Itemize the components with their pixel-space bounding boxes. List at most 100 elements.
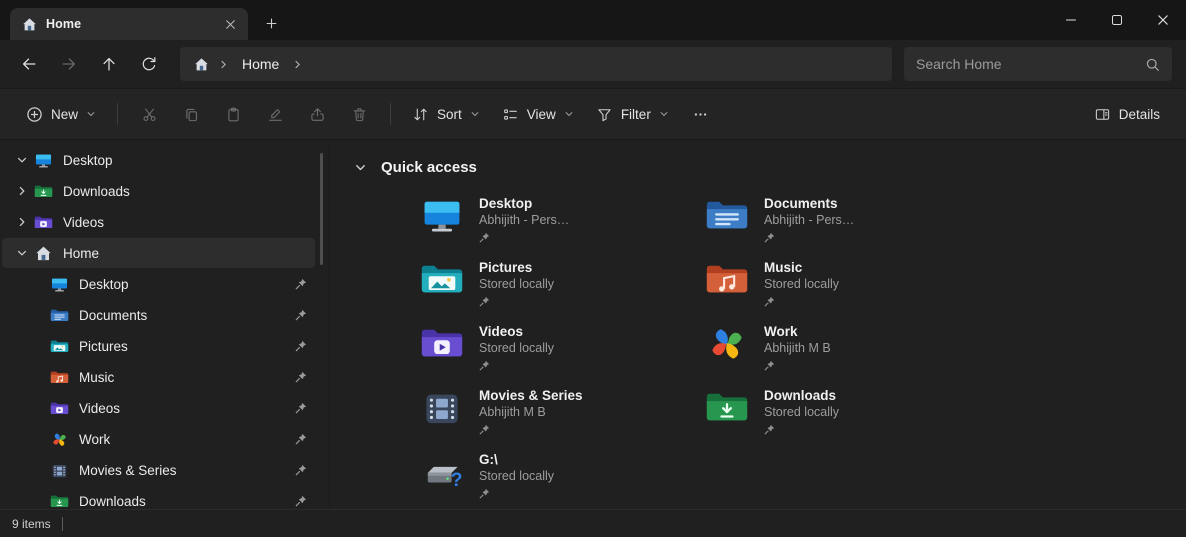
quick-access-tile-videos[interactable]: VideosStored locally — [420, 323, 705, 387]
pin-icon — [479, 360, 490, 371]
sidebar-item-videos[interactable]: Videos — [2, 393, 315, 423]
breadcrumb-chevron-icon[interactable] — [218, 59, 229, 70]
view-button[interactable]: View — [492, 97, 584, 131]
pin-icon — [295, 402, 307, 414]
sidebar-item-label: Music — [79, 370, 114, 385]
filter-button[interactable]: Filter — [586, 97, 679, 131]
pin-icon — [295, 495, 307, 507]
maximize-button[interactable] — [1094, 0, 1140, 40]
folder-pictures-icon — [50, 338, 69, 355]
quick-access-tile-work[interactable]: WorkAbhijith M B — [705, 323, 990, 387]
share-button[interactable] — [297, 97, 337, 131]
search-box[interactable] — [904, 47, 1172, 81]
chevron-down-icon — [564, 109, 574, 119]
filter-button-label: Filter — [621, 107, 651, 122]
breadcrumb-item-home[interactable]: Home — [234, 53, 287, 75]
tab-close-button[interactable] — [218, 12, 242, 36]
folder-videos-icon — [34, 214, 53, 231]
breadcrumb-home-icon[interactable] — [194, 57, 209, 72]
paste-button[interactable] — [213, 97, 253, 131]
trash-icon — [351, 106, 368, 123]
details-button-label: Details — [1119, 107, 1160, 122]
quick-access-tile-movies-series[interactable]: Movies & SeriesAbhijith M B — [420, 387, 705, 451]
share-icon — [309, 106, 326, 123]
back-button[interactable] — [12, 47, 46, 81]
sidebar-item-pictures[interactable]: Pictures — [2, 331, 315, 361]
tile-name: Work — [764, 323, 831, 340]
pin-icon — [295, 309, 307, 321]
tile-subtitle: Stored locally — [764, 404, 839, 421]
chevron-down-icon[interactable] — [10, 154, 34, 166]
sort-button[interactable]: Sort — [402, 97, 490, 131]
sidebar-item-label: Downloads — [79, 494, 146, 509]
address-bar[interactable]: Home — [180, 47, 892, 81]
pin-icon — [295, 340, 307, 352]
chevron-down-icon — [470, 109, 480, 119]
quick-access-tile-music[interactable]: MusicStored locally — [705, 259, 990, 323]
tile-subtitle: Stored locally — [479, 276, 554, 293]
new-tab-button[interactable] — [256, 10, 286, 36]
quick-access-tile-pictures[interactable]: PicturesStored locally — [420, 259, 705, 323]
chevron-right-icon — [16, 216, 28, 228]
chevron-right-icon[interactable] — [10, 216, 34, 228]
sidebar-item-desktop[interactable]: Desktop — [2, 145, 315, 175]
pin-icon — [764, 232, 775, 243]
sidebar-scrollbar[interactable] — [320, 153, 323, 265]
sidebar-item-label: Videos — [63, 215, 104, 230]
copy-button[interactable] — [171, 97, 211, 131]
up-button[interactable] — [92, 47, 126, 81]
pin-icon — [764, 360, 775, 371]
tile-subtitle: Abhijith - Pers… — [479, 212, 569, 229]
rename-icon — [267, 106, 284, 123]
quick-access-collapse-icon[interactable] — [354, 161, 367, 174]
sidebar-item-movies-series[interactable]: Movies & Series — [2, 455, 315, 485]
rename-button[interactable] — [255, 97, 295, 131]
quick-access-tile-g[interactable]: ?G:\Stored locally — [420, 451, 705, 509]
sidebar-item-downloads[interactable]: Downloads — [2, 486, 315, 509]
tile-text: Movies & SeriesAbhijith M B — [479, 387, 583, 435]
tile-name: Documents — [764, 195, 854, 212]
trash-button[interactable] — [339, 97, 379, 131]
details-button[interactable]: Details — [1084, 97, 1170, 131]
cut-button[interactable] — [129, 97, 169, 131]
pin-icon — [764, 296, 775, 307]
tile-text: G:\Stored locally — [479, 451, 554, 499]
quick-access-tile-desktop[interactable]: DesktopAbhijith - Pers… — [420, 195, 705, 259]
forward-button[interactable] — [52, 47, 86, 81]
sidebar-item-documents[interactable]: Documents — [2, 300, 315, 330]
sidebar-item-label: Pictures — [79, 339, 128, 354]
sidebar-item-desktop[interactable]: Desktop — [2, 269, 315, 299]
sidebar-item-videos[interactable]: Videos — [2, 207, 315, 237]
cut-icon — [141, 106, 158, 123]
navigation-bar: Home — [0, 40, 1186, 88]
copy-icon — [183, 106, 200, 123]
sort-icon — [412, 106, 429, 123]
refresh-button[interactable] — [132, 47, 166, 81]
plus-circle-icon — [26, 106, 43, 123]
sidebar-item-work[interactable]: Work — [2, 424, 315, 454]
sidebar-item-music[interactable]: Music — [2, 362, 315, 392]
chevron-down-icon[interactable] — [10, 247, 34, 259]
close-button[interactable] — [1140, 0, 1186, 40]
pin-icon — [479, 424, 490, 435]
home-icon — [22, 17, 37, 32]
chevron-down-icon — [16, 154, 28, 166]
quick-access-tile-downloads[interactable]: DownloadsStored locally — [705, 387, 990, 451]
tile-text: MusicStored locally — [764, 259, 839, 307]
minimize-button[interactable] — [1048, 0, 1094, 40]
sidebar-item-downloads[interactable]: Downloads — [2, 176, 315, 206]
chevron-right-icon[interactable] — [10, 185, 34, 197]
sidebar-item-home[interactable]: Home — [2, 238, 315, 268]
search-input[interactable] — [916, 56, 1137, 72]
nav-buttons — [12, 47, 166, 81]
more-options-button[interactable] — [681, 97, 721, 131]
tab-home[interactable]: Home — [10, 8, 248, 40]
quick-access-header[interactable]: Quick access — [330, 151, 1186, 183]
breadcrumb-chevron-icon[interactable] — [292, 59, 303, 70]
folder-music-icon — [705, 261, 749, 298]
tile-text: WorkAbhijith M B — [764, 323, 831, 371]
quick-access-tile-documents[interactable]: DocumentsAbhijith - Pers… — [705, 195, 990, 259]
minimize-icon — [1066, 15, 1076, 25]
search-icon[interactable] — [1145, 57, 1160, 72]
new-button[interactable]: New — [16, 97, 106, 131]
